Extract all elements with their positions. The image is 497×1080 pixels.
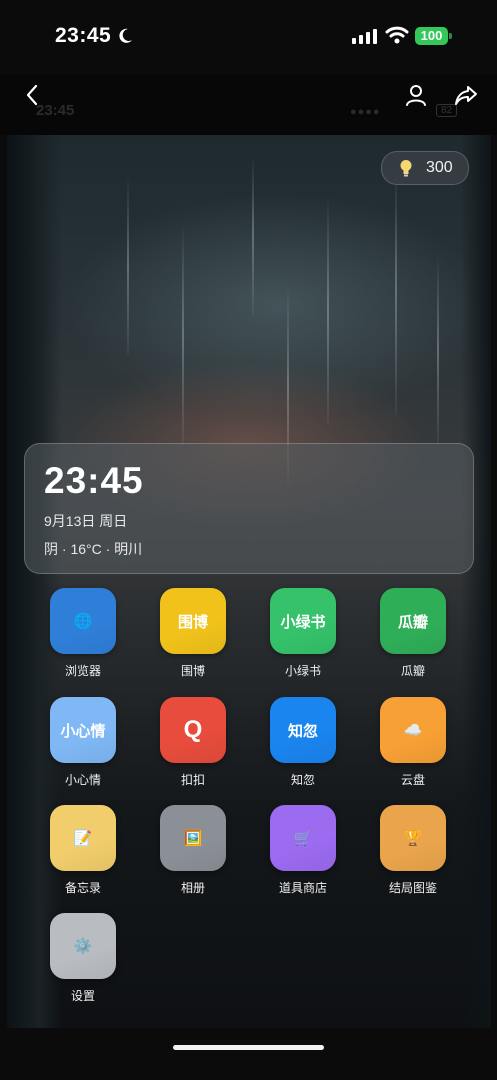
status-bar: 23:45 100: [0, 0, 497, 75]
screen-frame-left: [0, 135, 7, 1028]
bottom-bar: [0, 1028, 497, 1080]
app-label: 小绿书: [284, 664, 321, 678]
app-label: 设置: [70, 989, 95, 1003]
weibo-icon[interactable]: 围博: [160, 588, 226, 654]
app-label: 知忽: [290, 773, 315, 787]
photo-icon[interactable]: 🖼️: [160, 805, 226, 871]
rain-streak: [395, 165, 397, 415]
app-green-book[interactable]: 小绿书 小绿书: [258, 588, 348, 679]
app-label: 扣扣: [180, 773, 205, 787]
status-time: 23:45: [55, 24, 112, 47]
app-cart[interactable]: 🛒 道具商店: [258, 805, 348, 896]
app-weibo[interactable]: 围博 围博: [148, 588, 238, 679]
qq-icon[interactable]: Q: [160, 697, 226, 763]
app-qq[interactable]: Q 扣扣: [148, 697, 238, 788]
clock-widget[interactable]: 23:45 9月13日 周日 阴 · 16°C · 明川: [24, 443, 474, 574]
guaban-icon[interactable]: 瓜瓣: [380, 588, 446, 654]
app-label: 道具商店: [278, 881, 327, 895]
zhihu-icon[interactable]: 知忽: [270, 697, 336, 763]
app-label: 结局图鉴: [388, 881, 437, 895]
app-mood[interactable]: 小心情 小心情: [38, 697, 128, 788]
app-zhihu[interactable]: 知忽 知忽: [258, 697, 348, 788]
app-globe[interactable]: 🌐 浏览器: [38, 588, 128, 679]
app-nav-bar: 23:45 ●●●● 82: [0, 75, 497, 135]
app-guaban[interactable]: 瓜瓣 瓜瓣: [368, 588, 458, 679]
app-label: 围博: [180, 664, 205, 678]
phone-home-screen: 300 23:45 9月13日 周日 阴 · 16°C · 明川 🌐 浏览器 围博围…: [7, 135, 491, 1028]
app-settings[interactable]: ⚙️ 设置: [38, 913, 128, 1004]
widget-date: 9月13日 周日: [44, 513, 128, 529]
share-icon[interactable]: [454, 83, 478, 107]
app-cloud[interactable]: ☁️ 云盘: [368, 697, 458, 788]
cloud-icon[interactable]: ☁️: [380, 697, 446, 763]
lightbulb-icon: [400, 160, 412, 177]
ghost-signal: ●●●●: [350, 106, 381, 118]
settings-icon[interactable]: ⚙️: [50, 913, 116, 979]
home-indicator[interactable]: [173, 1045, 324, 1050]
app-label: 瓜瓣: [400, 664, 425, 678]
app-memo[interactable]: 📝 备忘录: [38, 805, 128, 896]
battery-tip: [449, 33, 452, 39]
rain-streak: [437, 255, 439, 445]
hint-counter[interactable]: 300: [381, 151, 469, 185]
trophy-icon[interactable]: 🏆: [380, 805, 446, 871]
hint-count: 300: [426, 159, 453, 176]
wifi-icon: [385, 26, 409, 44]
app-label: 备忘录: [64, 881, 101, 895]
globe-icon[interactable]: 🌐: [50, 588, 116, 654]
app-trophy[interactable]: 🏆 结局图鉴: [368, 805, 458, 896]
screen-frame-right: [490, 135, 497, 1028]
rain-streak: [327, 195, 329, 425]
memo-icon[interactable]: 📝: [50, 805, 116, 871]
rain-streak: [127, 175, 129, 355]
green-book-icon[interactable]: 小绿书: [270, 588, 336, 654]
wallpaper-window-edge: [461, 135, 491, 1028]
app-label: 云盘: [400, 773, 425, 787]
app-label: 浏览器: [64, 664, 101, 678]
rain-streak: [182, 225, 184, 445]
app-label: 相册: [180, 881, 205, 895]
mood-icon[interactable]: 小心情: [50, 697, 116, 763]
ghost-time: 23:45: [36, 102, 75, 119]
battery-indicator: 100: [415, 27, 448, 45]
rain-streak: [252, 155, 254, 315]
widget-weather: 阴 · 16°C · 明川: [44, 541, 143, 557]
moon-icon: [119, 28, 132, 43]
app-photo[interactable]: 🖼️ 相册: [148, 805, 238, 896]
user-icon[interactable]: [404, 83, 428, 107]
app-label: 小心情: [64, 773, 101, 787]
signal-icon: [352, 29, 377, 44]
widget-time: 23:45: [44, 460, 144, 501]
cart-icon[interactable]: 🛒: [270, 805, 336, 871]
